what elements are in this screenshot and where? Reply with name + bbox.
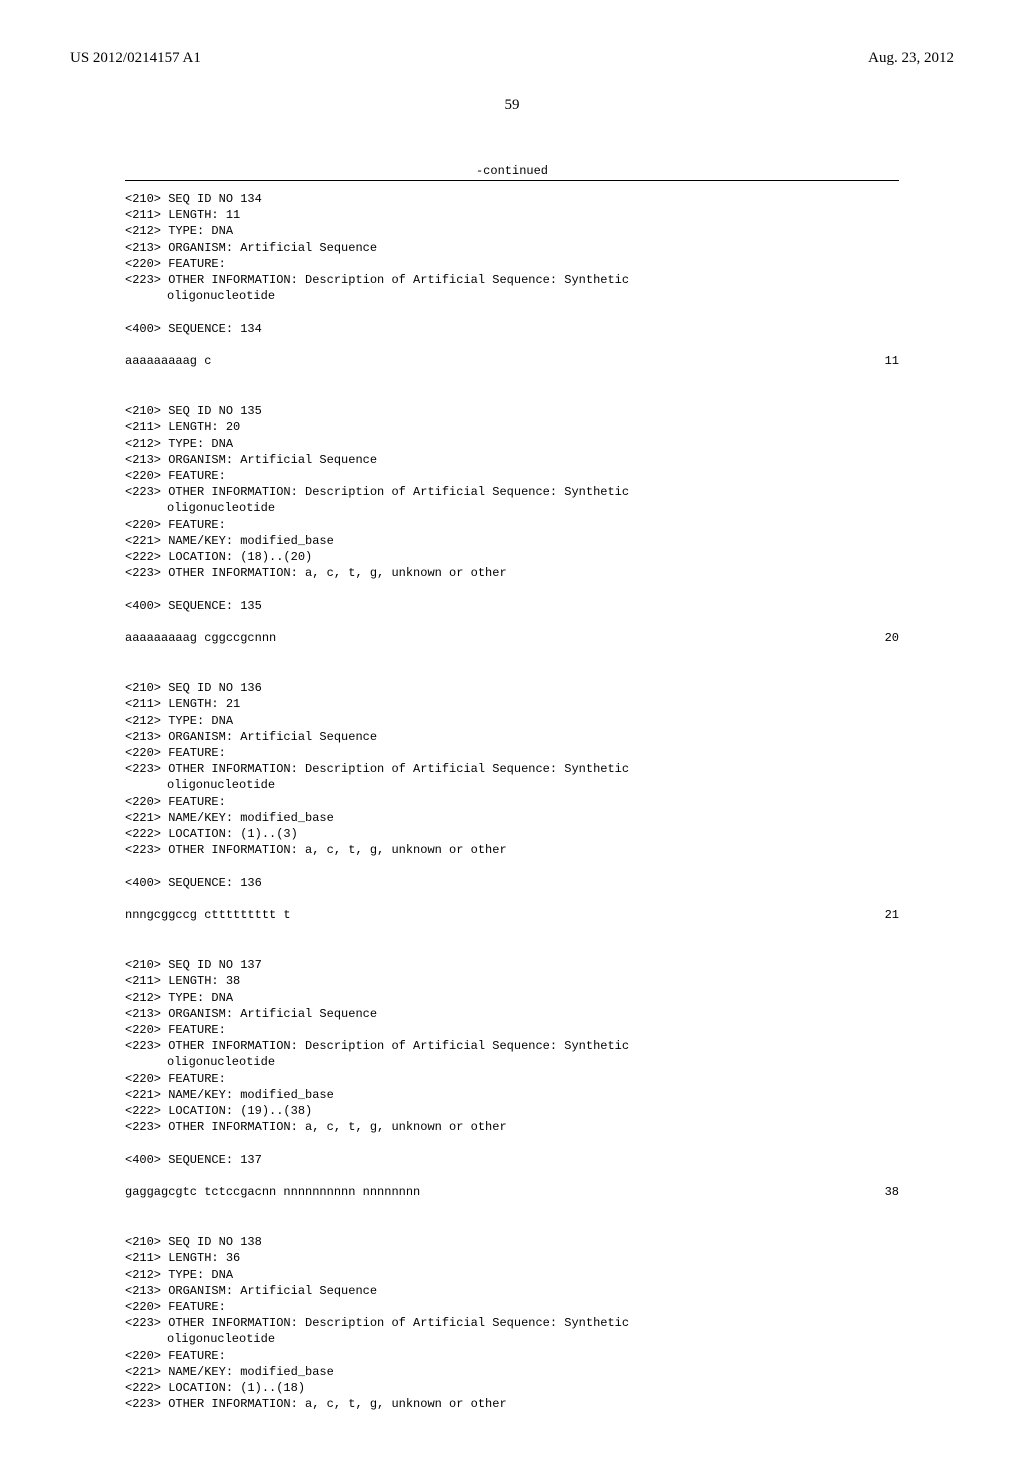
sequence-meta-line: <213> ORGANISM: Artificial Sequence xyxy=(125,240,899,256)
sequence-meta-line: <223> OTHER INFORMATION: Description of … xyxy=(125,1315,899,1331)
sequence-data-row: aaaaaaaaag cggccgcnnn 20 xyxy=(125,630,899,646)
sequence-meta-line: <211> LENGTH: 36 xyxy=(125,1250,899,1266)
sequence-meta-line: <213> ORGANISM: Artificial Sequence xyxy=(125,1006,899,1022)
sequence-meta-line: <213> ORGANISM: Artificial Sequence xyxy=(125,452,899,468)
sequence-meta-line: <223> OTHER INFORMATION: a, c, t, g, unk… xyxy=(125,842,899,858)
sequence-meta-line: oligonucleotide xyxy=(125,500,899,516)
sequence-header: <400> SEQUENCE: 137 xyxy=(125,1152,899,1168)
publication-date: Aug. 23, 2012 xyxy=(868,50,954,67)
sequence-meta-line: <220> FEATURE: xyxy=(125,794,899,810)
blank-line xyxy=(125,369,899,385)
sequence-length: 38 xyxy=(885,1184,899,1200)
sequence-meta-line: <223> OTHER INFORMATION: a, c, t, g, unk… xyxy=(125,1119,899,1135)
sequence-meta-line: <223> OTHER INFORMATION: a, c, t, g, unk… xyxy=(125,565,899,581)
sequence-meta-line: <211> LENGTH: 21 xyxy=(125,696,899,712)
blank-line xyxy=(125,891,899,907)
blank-line xyxy=(125,646,899,662)
sequence-header: <400> SEQUENCE: 135 xyxy=(125,598,899,614)
sequence-meta-line: <220> FEATURE: xyxy=(125,1022,899,1038)
page-container: US 2012/0214157 A1 Aug. 23, 2012 59 -con… xyxy=(0,0,1024,1470)
sequence-meta-line: <221> NAME/KEY: modified_base xyxy=(125,533,899,549)
sequence-length: 20 xyxy=(885,630,899,646)
sequence-meta-line: <213> ORGANISM: Artificial Sequence xyxy=(125,1283,899,1299)
sequence-header: <400> SEQUENCE: 136 xyxy=(125,875,899,891)
sequence-meta-line: <211> LENGTH: 11 xyxy=(125,207,899,223)
sequence-meta-line: <212> TYPE: DNA xyxy=(125,436,899,452)
sequence-meta-line: <212> TYPE: DNA xyxy=(125,990,899,1006)
sequence-data-row: aaaaaaaaag c 11 xyxy=(125,353,899,369)
sequence-block: <210> SEQ ID NO 135<211> LENGTH: 20<212>… xyxy=(125,403,899,662)
sequence-data: aaaaaaaaag cggccgcnnn xyxy=(125,630,276,646)
blank-line xyxy=(125,1135,899,1151)
sequence-meta-line: <210> SEQ ID NO 135 xyxy=(125,403,899,419)
sequence-length: 11 xyxy=(885,353,899,369)
blank-line xyxy=(125,304,899,320)
page-header: US 2012/0214157 A1 Aug. 23, 2012 xyxy=(70,50,954,67)
sequence-meta-line: <222> LOCATION: (18)..(20) xyxy=(125,549,899,565)
sequence-block: <210> SEQ ID NO 136<211> LENGTH: 21<212>… xyxy=(125,680,899,939)
sequence-meta-line: <212> TYPE: DNA xyxy=(125,713,899,729)
blank-line xyxy=(125,1200,899,1216)
sequence-meta-line: <220> FEATURE: xyxy=(125,256,899,272)
sequence-meta-line: <220> FEATURE: xyxy=(125,1299,899,1315)
sequence-meta-line: <211> LENGTH: 38 xyxy=(125,973,899,989)
sequence-meta-line: <223> OTHER INFORMATION: Description of … xyxy=(125,272,899,288)
sequence-meta-line: <212> TYPE: DNA xyxy=(125,1267,899,1283)
sequence-meta-line: oligonucleotide xyxy=(125,288,899,304)
sequence-meta-line: <213> ORGANISM: Artificial Sequence xyxy=(125,729,899,745)
sequence-meta-line: <220> FEATURE: xyxy=(125,1071,899,1087)
sequence-meta-line: oligonucleotide xyxy=(125,1054,899,1070)
blank-line xyxy=(125,614,899,630)
sequence-meta-line: <210> SEQ ID NO 136 xyxy=(125,680,899,696)
sequence-block: <210> SEQ ID NO 134<211> LENGTH: 11<212>… xyxy=(125,191,899,385)
sequence-meta-line: <223> OTHER INFORMATION: Description of … xyxy=(125,1038,899,1054)
sequence-meta-line: <220> FEATURE: xyxy=(125,517,899,533)
sequence-meta-line: <210> SEQ ID NO 134 xyxy=(125,191,899,207)
sequence-meta-line: <212> TYPE: DNA xyxy=(125,223,899,239)
sequence-meta-line: <222> LOCATION: (19)..(38) xyxy=(125,1103,899,1119)
sequence-meta-line: <222> LOCATION: (1)..(3) xyxy=(125,826,899,842)
sequence-meta-line: <223> OTHER INFORMATION: a, c, t, g, unk… xyxy=(125,1396,899,1412)
sequence-meta-line: <221> NAME/KEY: modified_base xyxy=(125,810,899,826)
sequence-meta-line: <210> SEQ ID NO 138 xyxy=(125,1234,899,1250)
sequence-meta-line: <223> OTHER INFORMATION: Description of … xyxy=(125,484,899,500)
continued-label: -continued xyxy=(70,164,954,178)
sequence-meta-line: <221> NAME/KEY: modified_base xyxy=(125,1364,899,1380)
sequence-block: <210> SEQ ID NO 138<211> LENGTH: 36<212>… xyxy=(125,1234,899,1412)
sequence-listing: <210> SEQ ID NO 134<211> LENGTH: 11<212>… xyxy=(125,191,899,1412)
sequence-header: <400> SEQUENCE: 134 xyxy=(125,321,899,337)
blank-line xyxy=(125,923,899,939)
sequence-meta-line: oligonucleotide xyxy=(125,1331,899,1347)
sequence-data: nnngcggccg cttttttttt t xyxy=(125,907,291,923)
sequence-meta-line: <222> LOCATION: (1)..(18) xyxy=(125,1380,899,1396)
sequence-data-row: gaggagcgtc tctccgacnn nnnnnnnnnn nnnnnnn… xyxy=(125,1184,899,1200)
publication-number: US 2012/0214157 A1 xyxy=(70,50,201,67)
sequence-meta-line: <220> FEATURE: xyxy=(125,745,899,761)
sequence-data-row: nnngcggccg cttttttttt t 21 xyxy=(125,907,899,923)
blank-line xyxy=(125,337,899,353)
sequence-meta-line: <210> SEQ ID NO 137 xyxy=(125,957,899,973)
blank-line xyxy=(125,1168,899,1184)
sequence-meta-line: oligonucleotide xyxy=(125,777,899,793)
sequence-block: <210> SEQ ID NO 137<211> LENGTH: 38<212>… xyxy=(125,957,899,1216)
blank-line xyxy=(125,858,899,874)
sequence-data: gaggagcgtc tctccgacnn nnnnnnnnnn nnnnnnn… xyxy=(125,1184,420,1200)
sequence-data: aaaaaaaaag c xyxy=(125,353,211,369)
sequence-length: 21 xyxy=(885,907,899,923)
sequence-meta-line: <220> FEATURE: xyxy=(125,1348,899,1364)
sequence-meta-line: <223> OTHER INFORMATION: Description of … xyxy=(125,761,899,777)
sequence-meta-line: <211> LENGTH: 20 xyxy=(125,419,899,435)
page-number: 59 xyxy=(70,97,954,114)
sequence-meta-line: <220> FEATURE: xyxy=(125,468,899,484)
divider xyxy=(125,180,899,181)
blank-line xyxy=(125,581,899,597)
sequence-meta-line: <221> NAME/KEY: modified_base xyxy=(125,1087,899,1103)
